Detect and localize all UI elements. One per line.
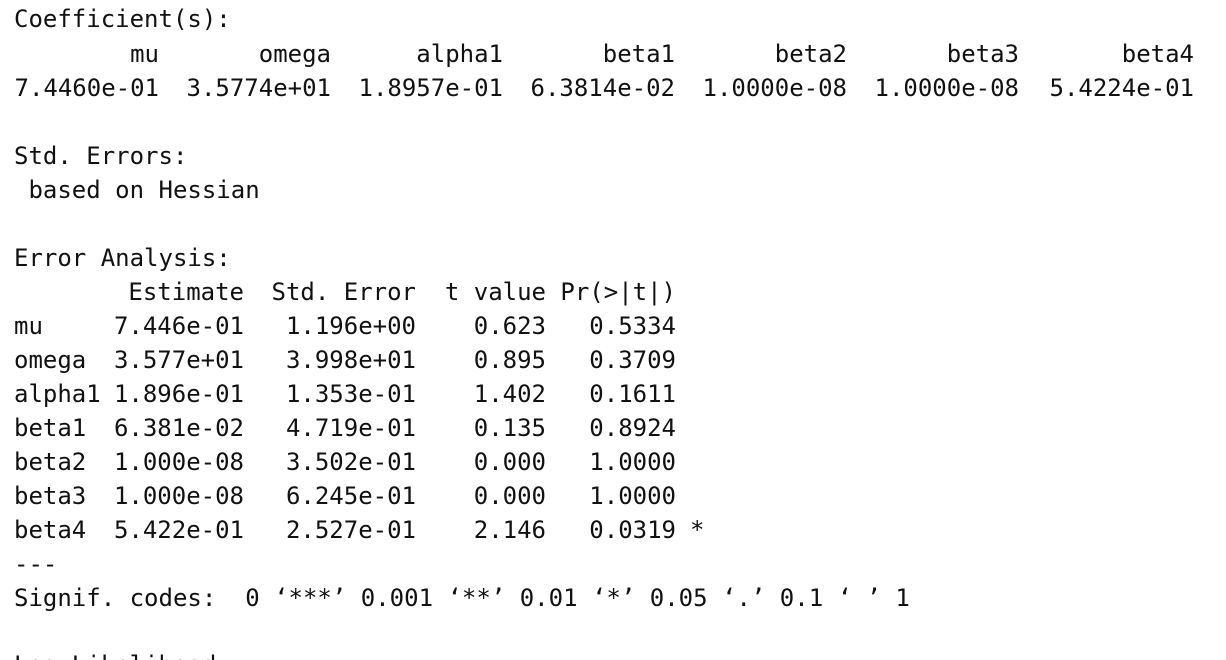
row-name: beta4 (14, 516, 87, 544)
table-row: beta1 6.381e-02 4.719e-01 0.135 0.8924 (14, 411, 1214, 445)
col-header-estimate: Estimate (128, 278, 244, 306)
row-std-error: 3.502e-01 (285, 448, 416, 476)
coef-value-beta3: 1.0000e-08 (874, 74, 1020, 102)
coefficient-values-row: 7.4460e-01 3.5774e+01 1.8957e-01 6.3814e… (14, 71, 1214, 105)
row-estimate: 7.446e-01 (113, 312, 244, 340)
row-p-value: 0.3709 (589, 346, 676, 374)
coef-name-beta3: beta3 (946, 40, 1019, 68)
separator-line: --- (14, 550, 58, 578)
table-row: alpha1 1.896e-01 1.353e-01 1.402 0.1611 (14, 377, 1214, 411)
coef-value-beta1: 6.3814e-02 (530, 74, 676, 102)
col-header-std-error: Std. Error (271, 278, 417, 306)
coef-value-mu: 7.4460e-01 (14, 74, 160, 102)
coef-name-beta1: beta1 (602, 40, 675, 68)
table-row: beta2 1.000e-08 3.502e-01 0.000 1.0000 (14, 445, 1214, 479)
coef-name-alpha1: alpha1 (416, 40, 503, 68)
row-t-value: 1.402 (473, 380, 546, 408)
row-name: alpha1 (14, 380, 101, 408)
coef-name-omega: omega (258, 40, 331, 68)
coef-value-alpha1: 1.8957e-01 (358, 74, 504, 102)
row-estimate: 6.381e-02 (113, 414, 244, 442)
row-name: beta3 (14, 482, 87, 510)
signif-codes-legend: Signif. codes: 0 ‘***’ 0.001 ‘**’ 0.01 ‘… (14, 584, 910, 612)
row-std-error: 2.527e-01 (285, 516, 416, 544)
row-name: mu (14, 312, 43, 340)
row-t-value: 2.146 (473, 516, 546, 544)
cut-off-next-line: Log Likelihood: (14, 648, 231, 660)
r-console-output: Coefficient(s): mu omega alpha1 beta1 be… (0, 0, 1226, 660)
row-t-value: 0.135 (473, 414, 546, 442)
col-header-t-value: t value (444, 278, 546, 306)
std-errors-heading: Std. Errors: (14, 142, 188, 170)
row-std-error: 6.245e-01 (285, 482, 416, 510)
table-row: omega 3.577e+01 3.998e+01 0.895 0.3709 (14, 343, 1214, 377)
col-header-p-value: Pr(>|t|) (560, 278, 676, 306)
coef-name-beta4: beta4 (1121, 40, 1194, 68)
row-p-value: 1.0000 (589, 448, 676, 476)
row-p-value: 0.8924 (589, 414, 676, 442)
coef-value-beta4: 5.4224e-01 (1049, 74, 1195, 102)
coefficient-names-row: mu omega alpha1 beta1 beta2 beta3 beta4 (14, 37, 1214, 71)
row-name: beta2 (14, 448, 87, 476)
coef-value-omega: 3.5774e+01 (186, 74, 332, 102)
row-p-value: 0.0319 (589, 516, 676, 544)
row-name: omega (14, 346, 87, 374)
row-t-value: 0.000 (473, 448, 546, 476)
row-std-error: 4.719e-01 (285, 414, 416, 442)
row-estimate: 3.577e+01 (113, 346, 244, 374)
coefficients-heading: Coefficient(s): (14, 5, 231, 33)
row-std-error: 1.196e+00 (285, 312, 416, 340)
coef-value-beta2: 1.0000e-08 (702, 74, 848, 102)
row-std-error: 3.998e+01 (285, 346, 416, 374)
error-analysis-header-row: Estimate Std. Error t value Pr(>|t|) (14, 275, 1214, 309)
std-errors-note: based on Hessian (14, 176, 260, 204)
row-estimate: 5.422e-01 (113, 516, 244, 544)
table-row: mu 7.446e-01 1.196e+00 0.623 0.5334 (14, 309, 1214, 343)
row-estimate: 1.000e-08 (113, 448, 244, 476)
row-p-value: 0.1611 (589, 380, 676, 408)
row-estimate: 1.000e-08 (113, 482, 244, 510)
row-signif: * (690, 516, 705, 544)
row-p-value: 1.0000 (589, 482, 676, 510)
row-p-value: 0.5334 (589, 312, 676, 340)
row-name: beta1 (14, 414, 87, 442)
table-row: beta3 1.000e-08 6.245e-01 0.000 1.0000 (14, 479, 1214, 513)
row-t-value: 0.623 (473, 312, 546, 340)
row-std-error: 1.353e-01 (285, 380, 416, 408)
row-estimate: 1.896e-01 (113, 380, 244, 408)
error-analysis-heading: Error Analysis: (14, 244, 231, 272)
row-t-value: 0.895 (473, 346, 546, 374)
row-t-value: 0.000 (473, 482, 546, 510)
coef-name-mu: mu (130, 40, 159, 68)
table-row: beta4 5.422e-01 2.527e-01 2.146 0.0319 * (14, 513, 1214, 547)
coef-name-beta2: beta2 (774, 40, 847, 68)
